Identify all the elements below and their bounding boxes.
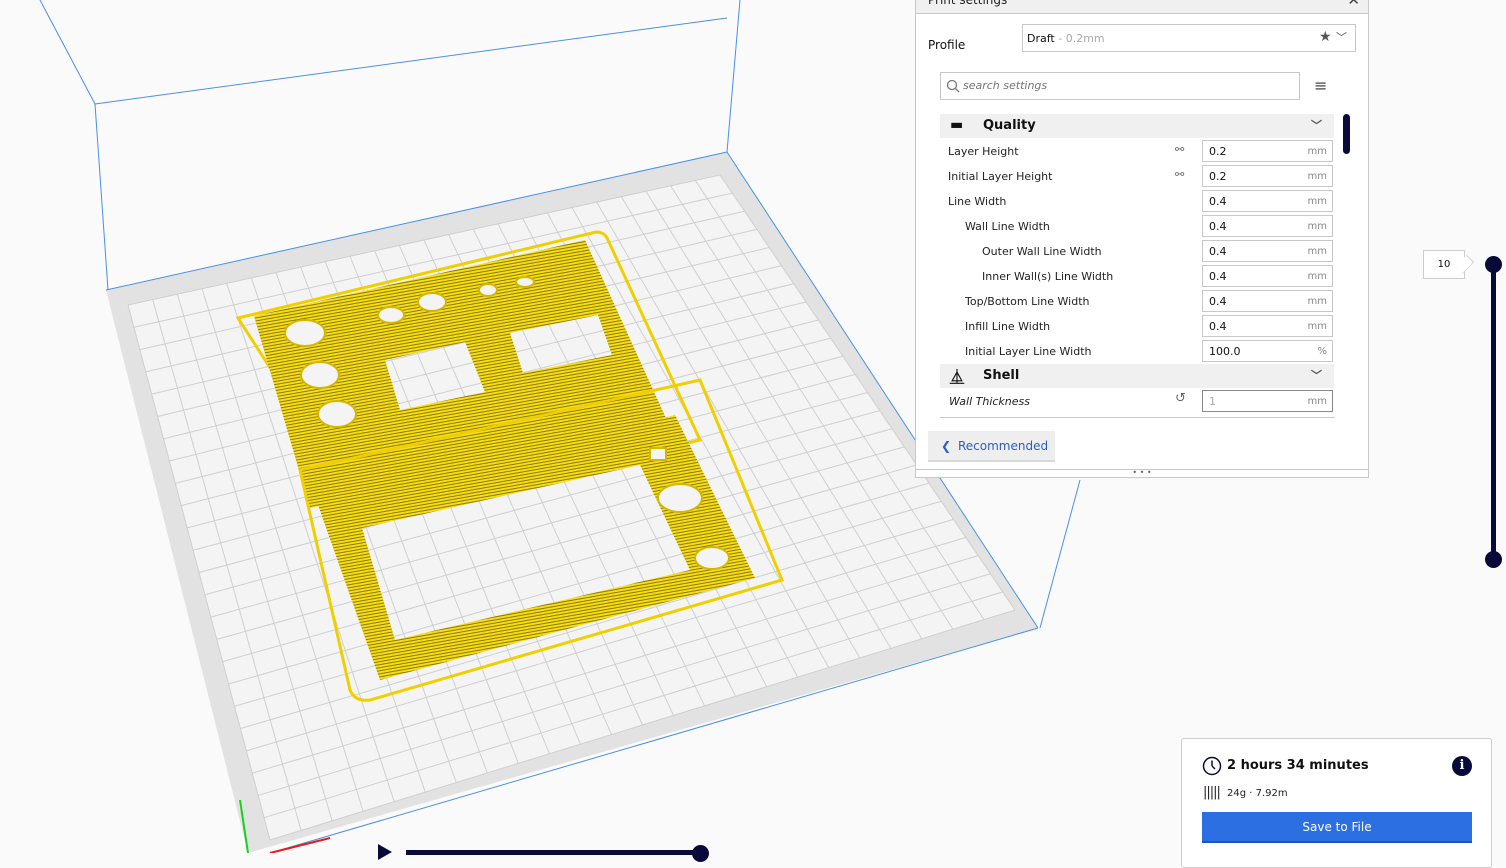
setting-label: Infill Line Width xyxy=(965,320,1051,333)
setting-input[interactable]: 0.4 mm xyxy=(1202,315,1333,337)
setting-input[interactable]: 1 mm xyxy=(1202,390,1333,412)
category-label: Quality xyxy=(983,118,1036,133)
simulation-handle[interactable] xyxy=(692,845,709,862)
setting-outer-wall-line-width: Outer Wall Line Width 0.4 mm xyxy=(940,238,1334,263)
setting-top-bottom-line-width: Top/Bottom Line Width 0.4 mm xyxy=(940,288,1334,313)
quality-icon: ▬ xyxy=(950,117,964,133)
profile-label: Profile xyxy=(928,38,966,52)
search-input[interactable] xyxy=(961,78,1285,93)
setting-wall-line-width: Wall Line Width 0.4 mm xyxy=(940,213,1334,238)
category-shell[interactable]: ⏅ Shell ﹀ xyxy=(940,364,1334,388)
settings-scrollbar[interactable] xyxy=(1343,114,1350,154)
setting-input[interactable]: 0.2 mm xyxy=(1202,140,1333,162)
info-icon[interactable]: i xyxy=(1452,756,1472,776)
material-usage: 24g · 7.92m xyxy=(1227,788,1288,799)
star-icon[interactable]: ★ xyxy=(1319,29,1332,45)
close-icon[interactable]: ✕ xyxy=(1347,0,1360,9)
setting-label: Initial Layer Height xyxy=(948,170,1053,183)
setting-input[interactable]: 0.2 mm xyxy=(1202,165,1333,187)
settings-list[interactable]: ▬ Quality ﹀ Layer Height ⚯ 0.2 mm Initial… xyxy=(940,114,1335,418)
setting-infill-line-width: Infill Line Width 0.4 mm xyxy=(940,313,1334,338)
chevron-down-icon: ﹀ xyxy=(1336,31,1347,44)
play-icon[interactable] xyxy=(378,844,392,860)
chevron-down-icon: ﹀ xyxy=(1311,119,1322,132)
current-layer-label[interactable]: 10 xyxy=(1423,250,1465,279)
print-summary: 2 hours 34 minutes i ||||| 24g · 7.92m S… xyxy=(1181,738,1492,868)
panel-title: Print settings xyxy=(928,0,1008,7)
setting-line-width: Line Width 0.4 mm xyxy=(940,188,1334,213)
panel-resize-handle[interactable]: • • • xyxy=(916,469,1368,478)
setting-layer-height: Layer Height ⚯ 0.2 mm xyxy=(940,138,1334,163)
layer-slider-top-handle[interactable] xyxy=(1485,256,1502,273)
setting-input[interactable]: 100.0% xyxy=(1202,340,1333,362)
layer-slider[interactable] xyxy=(1485,256,1502,568)
setting-label: Line Width xyxy=(948,195,1007,208)
setting-label: Outer Wall Line Width xyxy=(982,245,1102,258)
category-label: Shell xyxy=(983,368,1020,383)
setting-input[interactable]: 0.4 mm xyxy=(1202,190,1333,212)
shell-icon: ⏅ xyxy=(950,370,964,386)
chevron-down-icon: ﹀ xyxy=(1311,369,1322,382)
save-to-file-button[interactable]: Save to File xyxy=(1202,812,1472,843)
setting-label: Layer Height xyxy=(948,145,1019,158)
link-icon[interactable]: ⚯ xyxy=(1175,143,1184,156)
setting-label: Initial Layer Line Width xyxy=(965,345,1092,358)
recommended-label: Recommended xyxy=(958,439,1049,453)
setting-label: Wall Line Width xyxy=(965,220,1050,233)
settings-menu-icon[interactable]: ≡ xyxy=(1314,76,1327,95)
setting-inner-wall-line-width: Inner Wall(s) Line Width 0.4 mm xyxy=(940,263,1334,288)
panel-header[interactable]: Print settings ✕ xyxy=(916,0,1368,14)
clock-icon xyxy=(1202,756,1222,776)
setting-initial-layer-line-width: Initial Layer Line Width 100.0% xyxy=(940,338,1334,363)
simulation-slider[interactable] xyxy=(378,842,712,862)
category-quality[interactable]: ▬ Quality ﹀ xyxy=(940,114,1334,138)
setting-input[interactable]: 0.4 mm xyxy=(1202,240,1333,262)
setting-input[interactable]: 0.4 mm xyxy=(1202,265,1333,287)
setting-initial-layer-height: Initial Layer Height ⚯ 0.2 mm xyxy=(940,163,1334,188)
profile-select[interactable]: Draft - 0.2mm ★ ﹀ xyxy=(1022,24,1356,52)
link-icon[interactable]: ⚯ xyxy=(1175,168,1184,181)
search-settings[interactable] xyxy=(940,72,1300,100)
reset-icon[interactable]: ↺ xyxy=(1175,391,1186,406)
setting-input[interactable]: 0.4 mm xyxy=(1202,290,1333,312)
layer-slider-bottom-handle[interactable] xyxy=(1485,551,1502,568)
recommended-button[interactable]: ❮ Recommended xyxy=(928,431,1055,462)
setting-label: Inner Wall(s) Line Width xyxy=(982,270,1114,283)
setting-label: Wall Thickness xyxy=(949,395,1030,408)
layer-slider-track[interactable] xyxy=(1491,264,1496,560)
setting-wall-thickness: Wall Thickness ↺ 1 mm xyxy=(940,388,1334,413)
print-time: 2 hours 34 minutes xyxy=(1227,758,1369,773)
setting-input[interactable]: 0.4 mm xyxy=(1202,215,1333,237)
chevron-left-icon: ❮ xyxy=(941,439,952,453)
profile-subtitle: - 0.2mm xyxy=(1054,32,1105,45)
profile-name: Draft xyxy=(1027,32,1055,45)
print-settings-panel: Print settings ✕ Profile Draft - 0.2mm ★… xyxy=(915,0,1369,478)
search-icon xyxy=(946,79,960,93)
setting-label: Top/Bottom Line Width xyxy=(965,295,1090,308)
spool-icon: ||||| xyxy=(1203,785,1221,800)
